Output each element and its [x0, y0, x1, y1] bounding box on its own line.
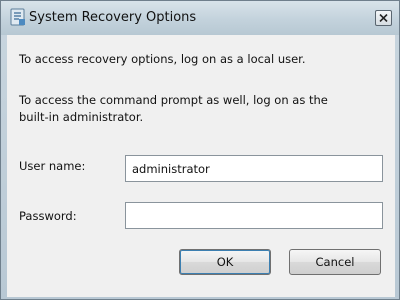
close-button[interactable] — [375, 10, 392, 26]
ok-button[interactable]: OK — [179, 249, 271, 275]
administrator-instruction: To access the command prompt as well, lo… — [19, 93, 328, 124]
username-label: User name: — [19, 159, 86, 173]
dialog-content: To access recovery options, log on as a … — [7, 35, 395, 297]
username-input[interactable] — [125, 155, 383, 182]
local-user-instruction: To access recovery options, log on as a … — [19, 52, 306, 66]
password-input[interactable] — [125, 202, 383, 229]
recovery-app-icon — [9, 7, 27, 27]
title-bar[interactable]: System Recovery Options — [1, 1, 399, 35]
close-icon — [379, 14, 388, 22]
password-label: Password: — [19, 209, 77, 223]
window-title: System Recovery Options — [29, 10, 197, 25]
cancel-button[interactable]: Cancel — [289, 249, 381, 275]
system-recovery-dialog: System Recovery Options To access recove… — [0, 0, 400, 300]
